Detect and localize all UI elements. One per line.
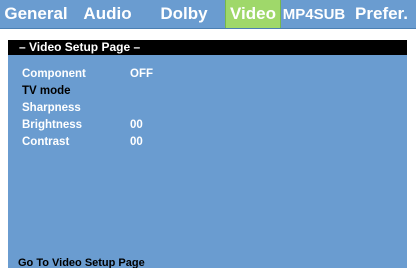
setting-brightness[interactable]: Brightness 00: [22, 116, 153, 133]
setting-value: 00: [130, 118, 143, 131]
tab-mp4sub[interactable]: MP4SUB: [281, 0, 347, 28]
setting-tv-mode[interactable]: TV mode: [22, 82, 153, 99]
status-bar: Go To Video Setup Page: [8, 258, 407, 268]
tab-general[interactable]: General: [0, 0, 72, 28]
tab-bar: General Audio Dolby Video MP4SUB Prefer.: [0, 0, 416, 29]
setting-sharpness[interactable]: Sharpness: [22, 99, 153, 116]
setting-label: Brightness: [22, 118, 83, 131]
setting-label: Component: [22, 67, 86, 80]
tab-audio[interactable]: Audio: [72, 0, 143, 28]
setting-value: OFF: [130, 67, 153, 80]
tab-dolby[interactable]: Dolby: [143, 0, 225, 28]
page-title: – Video Setup Page –: [8, 40, 407, 55]
tab-video[interactable]: Video: [225, 0, 281, 28]
setting-value: 00: [130, 135, 143, 148]
setting-label: Contrast: [22, 135, 70, 148]
settings-list: Component OFF TV mode Sharpness Brightne…: [22, 65, 153, 150]
tab-prefer[interactable]: Prefer.: [347, 0, 416, 28]
setting-component[interactable]: Component OFF: [22, 65, 153, 82]
setting-contrast[interactable]: Contrast 00: [22, 133, 153, 150]
video-setup-panel: – Video Setup Page – Component OFF TV mo…: [8, 40, 407, 258]
setting-label: Sharpness: [22, 101, 81, 114]
setting-label: TV mode: [22, 84, 71, 97]
